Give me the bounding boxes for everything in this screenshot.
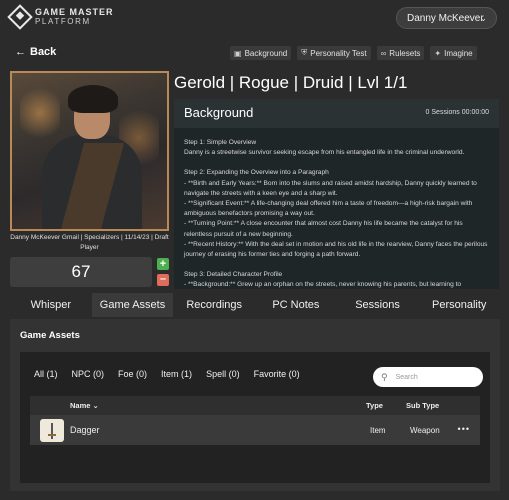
tab-sessions[interactable]: Sessions: [337, 293, 419, 317]
sparkle-icon: ✦: [434, 48, 442, 58]
logo-title: GAME MASTER: [35, 7, 114, 17]
logo-icon: [7, 4, 33, 30]
chevron-down-icon: ⌄: [92, 401, 99, 410]
game-assets-heading: Game Assets: [20, 330, 80, 341]
asset-filters: All (1) NPC (0) Foe (0) Item (1) Spell (…: [34, 369, 300, 379]
asset-subtype: Weapon: [410, 426, 440, 435]
portrait-caption: Danny McKeever Gmail | Specializers | 11…: [10, 234, 169, 251]
dagger-icon: [40, 419, 64, 442]
user-name: Danny McKeever: [407, 12, 484, 24]
asset-name: Dagger: [70, 425, 100, 435]
background-header: Background 0 Sessions 00:00:00: [174, 99, 499, 128]
character-portrait[interactable]: [10, 71, 169, 231]
background-line: Danny is a streetwise survivor seeking e…: [184, 149, 465, 157]
increment-button[interactable]: +: [157, 258, 169, 270]
back-button[interactable]: ← Back: [15, 46, 56, 58]
tab-personality[interactable]: Personality: [418, 293, 500, 317]
shield-icon: ⛨: [301, 48, 308, 57]
image-icon: ▣: [234, 48, 242, 58]
personality-test-button[interactable]: ⛨ Personality Test: [297, 46, 371, 60]
imagine-button[interactable]: ✦ Imagine: [430, 46, 477, 60]
session-count: 0 Sessions: [425, 109, 460, 116]
user-menu-button[interactable]: Danny McKeever ⌄: [396, 7, 497, 29]
filter-favorite[interactable]: Favorite (0): [254, 369, 300, 379]
logo-subtitle: PLATFORM: [35, 17, 91, 26]
score-value: 67: [10, 257, 152, 287]
background-line: Step 1: Simple Overview: [184, 139, 257, 146]
link-icon: ∞: [380, 48, 387, 58]
column-subtype[interactable]: Sub Type: [406, 401, 439, 410]
session-status: 0 Sessions 00:00:00: [426, 109, 489, 116]
background-line: Step 2: Expanding the Overview into a Pa…: [184, 169, 329, 177]
assets-list: All (1) NPC (0) Foe (0) Item (1) Spell (…: [20, 352, 490, 483]
column-type[interactable]: Type: [366, 401, 383, 410]
character-toolbar: ▣ Background ⛨ Personality Test ∞ Rulese…: [230, 46, 477, 60]
top-bar: GAME MASTER PLATFORM Danny McKeever ⌄: [0, 0, 509, 38]
chevron-down-icon: ⌄: [479, 13, 487, 23]
table-row[interactable]: Dagger Item Weapon •••: [30, 415, 480, 445]
background-line: - **Recent History:** With the deal set …: [184, 240, 488, 259]
section-tabs: Whisper Game Assets Recordings PC Notes …: [10, 293, 500, 317]
background-title: Background: [184, 105, 254, 120]
background-text[interactable]: Step 1: Simple Overview Danny is a stree…: [174, 128, 499, 289]
back-label: Back: [30, 46, 57, 58]
search-placeholder: Search: [395, 373, 418, 381]
background-panel: Background 0 Sessions 00:00:00 Step 1: S…: [174, 99, 499, 289]
arrow-left-icon: ←: [15, 46, 26, 58]
background-line: - **Turning Point:** A close encounter t…: [184, 220, 463, 238]
background-line: - **Birth and Early Years:** Born into t…: [184, 179, 477, 197]
tab-recordings[interactable]: Recordings: [173, 293, 255, 317]
search-input[interactable]: ⚲ Search: [373, 367, 483, 387]
column-name[interactable]: Name ⌄: [70, 401, 99, 410]
table-header: Name ⌄ Type Sub Type: [30, 396, 480, 415]
filter-spell[interactable]: Spell (0): [206, 369, 240, 379]
decrement-button[interactable]: –: [157, 274, 169, 286]
tab-pc-notes[interactable]: PC Notes: [255, 293, 337, 317]
background-line: - **Significant Event:** A life-changing…: [184, 200, 473, 218]
more-options-icon[interactable]: •••: [458, 424, 470, 434]
session-time: 00:00:00: [461, 109, 489, 116]
rulesets-button[interactable]: ∞ Rulesets: [376, 46, 425, 60]
filter-item[interactable]: Item (1): [161, 369, 192, 379]
search-icon: ⚲: [381, 371, 388, 382]
character-title: Gerold | Rogue | Druid | Lvl 1/1: [174, 73, 408, 92]
asset-type: Item: [370, 426, 386, 435]
background-line: Step 3: Detailed Character Profile: [184, 271, 283, 279]
tab-whisper[interactable]: Whisper: [10, 293, 92, 317]
background-line: - **Background:** Grew up an orphan on t…: [184, 281, 462, 289]
background-button[interactable]: ▣ Background: [230, 46, 292, 60]
filter-npc[interactable]: NPC (0): [72, 369, 105, 379]
app-logo[interactable]: GAME MASTER PLATFORM: [7, 4, 114, 30]
filter-foe[interactable]: Foe (0): [118, 369, 147, 379]
tab-game-assets[interactable]: Game Assets: [91, 293, 174, 317]
filter-all[interactable]: All (1): [34, 369, 58, 379]
